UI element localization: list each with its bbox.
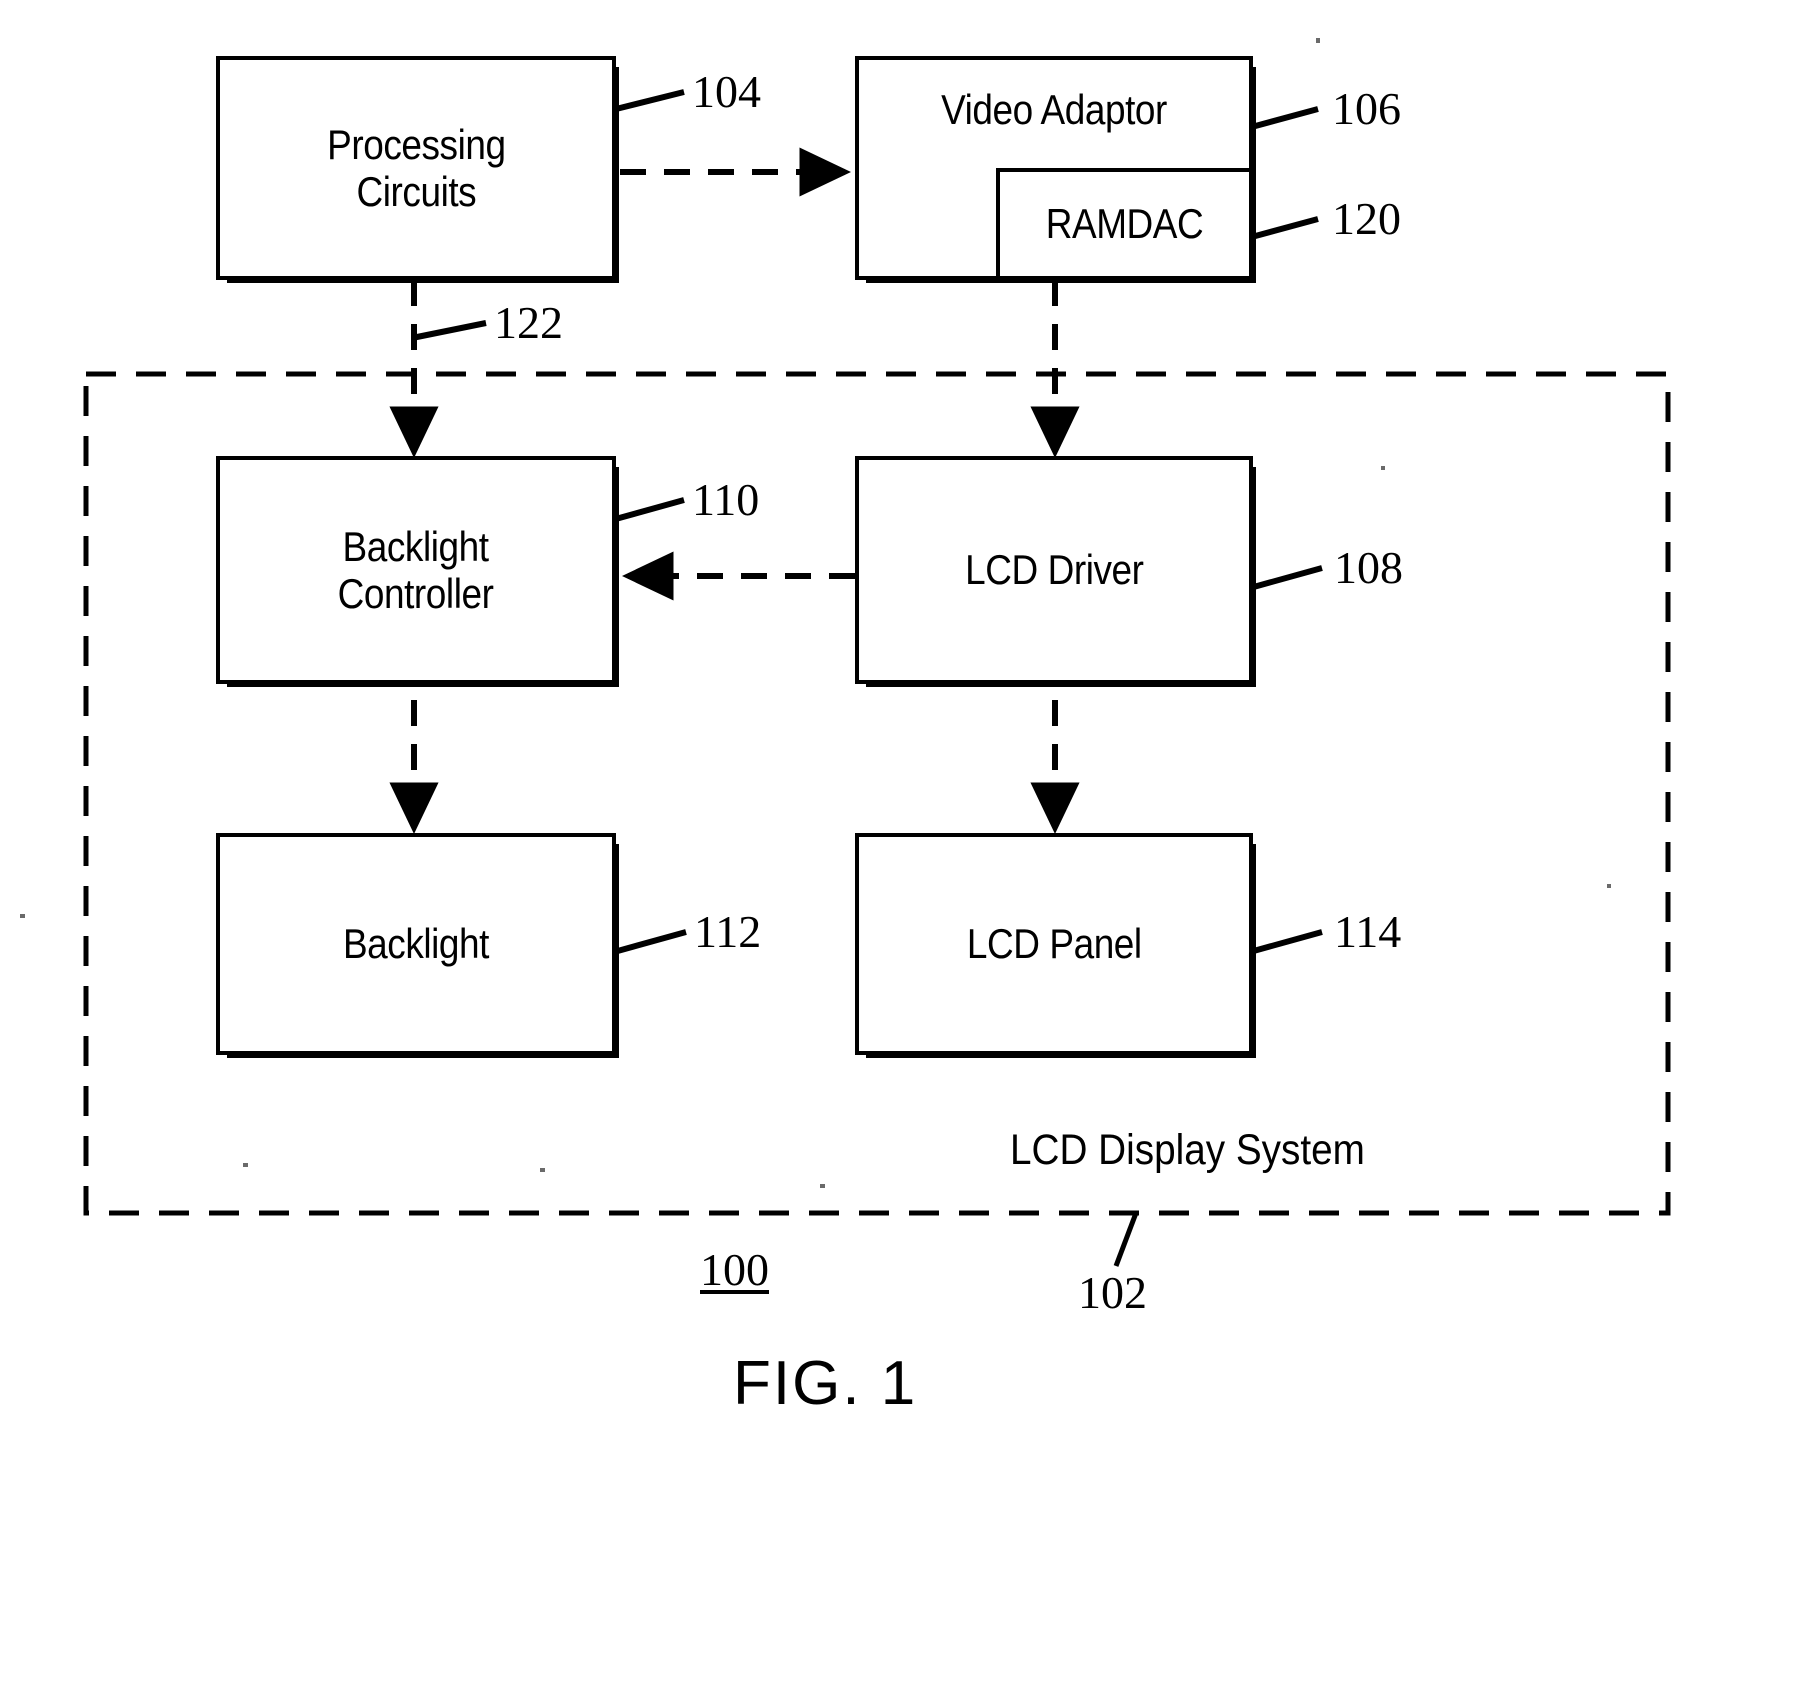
- block-backlight-controller[interactable]: Backlight Controller: [216, 456, 619, 687]
- ref-numeral-112: 112: [694, 906, 762, 957]
- ref-numeral-114: 114: [1334, 906, 1402, 957]
- block-label-lcd-panel: LCD Panel: [966, 920, 1142, 968]
- block-label-video-adaptor: Video Adaptor: [941, 86, 1167, 133]
- scan-speck: [540, 1168, 545, 1172]
- block-label-backlight: Backlight: [342, 920, 489, 968]
- leader-line-112: [613, 929, 687, 955]
- ref-numeral-110: 110: [692, 474, 760, 525]
- leader-line-104: [611, 89, 685, 113]
- ref-numeral-106: 106: [1332, 83, 1401, 134]
- ref-numeral-102: 102: [1078, 1267, 1147, 1318]
- scan-speck: [1381, 466, 1385, 470]
- scan-speck: [243, 1163, 248, 1167]
- ref-numeral-120: 120: [1332, 193, 1401, 244]
- leader-line-102: [1113, 1212, 1139, 1267]
- block-processing-circuits[interactable]: Processing Circuits: [216, 56, 619, 283]
- block-label-ramdac: RAMDAC: [1045, 200, 1204, 248]
- leader-line-122: [411, 320, 487, 341]
- leader-line-108: [1249, 565, 1323, 591]
- leader-line-110: [611, 497, 685, 523]
- ref-numeral-100: 100: [700, 1244, 769, 1295]
- block-lcd-panel[interactable]: LCD Panel: [855, 833, 1256, 1058]
- scan-speck: [820, 1184, 825, 1188]
- patent-figure: Processing Circuits Video Adaptor RAMDAC…: [0, 0, 1803, 1707]
- block-label-processing-circuits: Processing Circuits: [326, 120, 506, 215]
- block-label-lcd-driver: LCD Driver: [964, 546, 1144, 594]
- block-ramdac[interactable]: RAMDAC: [996, 168, 1253, 280]
- block-backlight[interactable]: Backlight: [216, 833, 619, 1058]
- system-label-lcd-display-system: LCD Display System: [1010, 1126, 1365, 1174]
- ref-numeral-122: 122: [494, 297, 563, 348]
- leader-line-120: [1247, 216, 1319, 241]
- scan-speck: [1607, 884, 1611, 888]
- block-lcd-driver[interactable]: LCD Driver: [855, 456, 1256, 687]
- block-label-backlight-controller: Backlight Controller: [338, 522, 494, 617]
- scan-speck: [20, 914, 25, 918]
- leader-line-114: [1249, 929, 1323, 955]
- ref-numeral-104: 104: [692, 66, 761, 117]
- leader-line-106: [1247, 106, 1319, 131]
- ref-numeral-108: 108: [1334, 542, 1403, 593]
- figure-caption: FIG. 1: [733, 1349, 918, 1418]
- scan-speck: [1316, 38, 1320, 43]
